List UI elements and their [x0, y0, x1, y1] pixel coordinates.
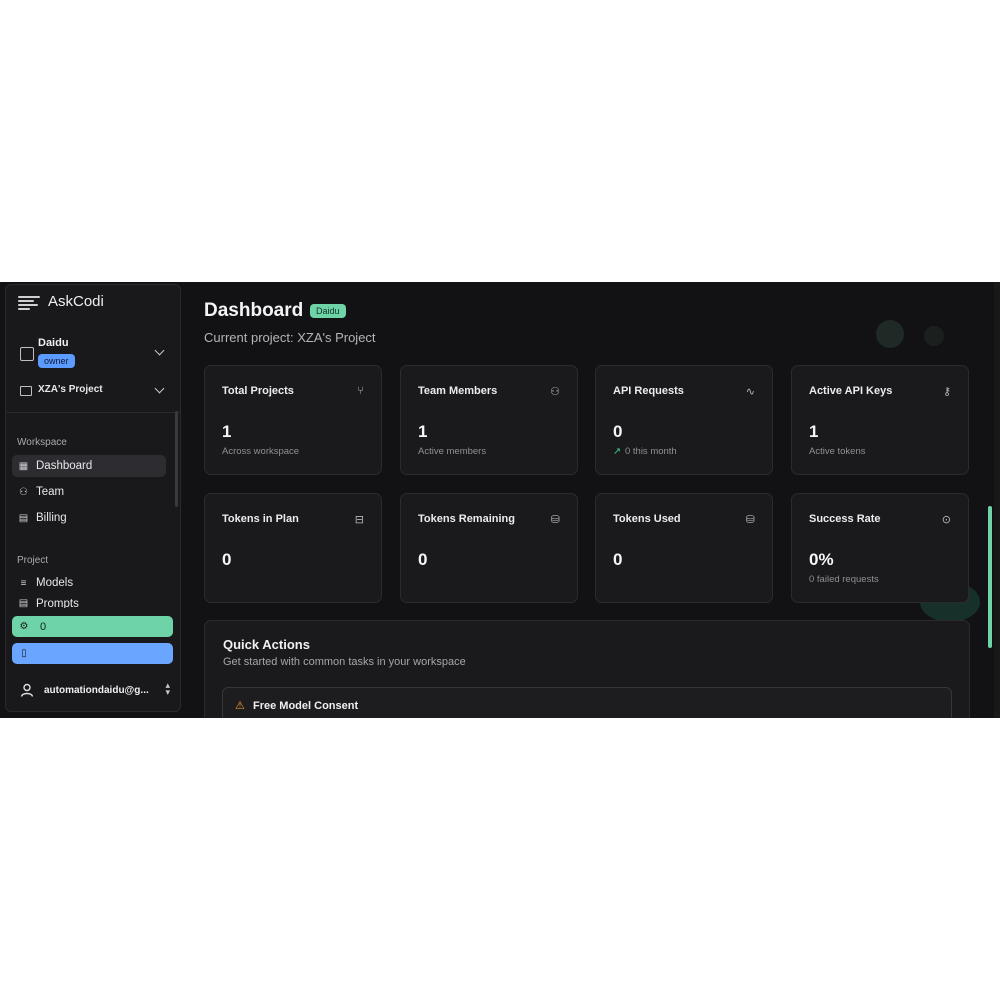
layout-grid-icon: ▦	[18, 460, 29, 472]
folder-icon	[20, 386, 32, 396]
stat-title: Tokens Remaining	[418, 513, 515, 525]
stat-value: 0	[418, 550, 428, 569]
stat-value: 1	[222, 422, 232, 441]
section-title-workspace: Workspace	[17, 437, 67, 448]
stat-subtext: 0 this month	[624, 446, 677, 457]
app-window: AskCodi Daidu owner XZA's Project Worksp…	[0, 282, 1000, 718]
divider	[6, 412, 180, 413]
page-title: Dashboard	[204, 300, 304, 321]
stat-title: Success Rate	[809, 513, 881, 525]
sidebar-item-label: Dashboard	[36, 460, 93, 472]
stat-card-total-projects: Total Projects ⑂ 1 Across workspace	[204, 365, 382, 475]
user-icon	[20, 683, 34, 697]
stat-title: Total Projects	[222, 385, 294, 397]
stat-card-team-members: Team Members ⚇ 1 Active members	[400, 365, 578, 475]
stat-card-tokens-in-plan: Tokens in Plan ⊟ 0	[204, 493, 382, 603]
brand[interactable]: AskCodi	[18, 293, 104, 310]
quick-actions-subtitle: Get started with common tasks in your wo…	[223, 656, 466, 668]
sidebar-item-dashboard[interactable]: ▦ Dashboard	[12, 455, 166, 477]
user-email: automationdaidu@g...	[44, 684, 149, 696]
users-icon: ⚇	[19, 486, 28, 498]
stat-value: 0	[613, 550, 623, 569]
database-icon: ⛁	[745, 514, 755, 526]
role-badge: owner	[38, 354, 75, 368]
sidebar: AskCodi Daidu owner XZA's Project Worksp…	[5, 284, 181, 712]
page-scrollbar[interactable]	[988, 506, 992, 648]
activity-icon: ∿	[745, 386, 755, 398]
stat-value: 1	[809, 422, 819, 441]
bot-icon: ⊟	[354, 514, 364, 526]
chevron-down-icon	[154, 383, 165, 394]
stat-value: 0	[222, 550, 232, 569]
stat-value: 0%	[809, 550, 834, 569]
brand-name: AskCodi	[48, 293, 104, 310]
sidebar-item-label: Prompts	[36, 598, 79, 608]
building-icon	[20, 347, 34, 361]
project-name: XZA's Project	[38, 384, 103, 395]
check-circle-icon: ⊙	[941, 514, 951, 526]
quick-actions-panel: Quick Actions Get started with common ta…	[204, 620, 970, 718]
decorative-glow	[876, 320, 904, 348]
file-icon: ▤	[18, 598, 29, 608]
sidebar-item-label: Billing	[36, 512, 67, 524]
stat-subtext-row: ↗ 0 this month	[613, 446, 677, 457]
list-icon: ≡	[20, 577, 27, 589]
decorative-glow	[924, 326, 944, 346]
database-icon: ⛁	[550, 514, 560, 526]
stat-title: Active API Keys	[809, 385, 893, 397]
receipt-icon: ▤	[18, 512, 29, 524]
toggle-sidebar-button[interactable]: ▯	[12, 643, 173, 664]
page-subtitle: Current project: XZA's Project	[204, 330, 376, 345]
stat-card-active-api-keys: Active API Keys ⚷ 1 Active tokens	[791, 365, 969, 475]
credits-value: 0	[40, 620, 47, 633]
stat-title: Tokens in Plan	[222, 513, 299, 525]
askcodi-logo-icon	[18, 295, 40, 310]
sidebar-item-prompts[interactable]: ▤ Prompts	[12, 598, 166, 608]
panel-left-icon: ▯	[21, 648, 27, 659]
warning-icon: ⚠	[235, 700, 245, 712]
workspace-selector[interactable]: Daidu owner	[18, 333, 168, 373]
user-menu[interactable]: automationdaidu@g... ▴ ▾	[20, 680, 170, 700]
coins-icon: ⚙	[19, 621, 29, 632]
project-selector[interactable]: XZA's Project	[18, 383, 168, 399]
stat-card-api-requests: API Requests ∿ 0 ↗ 0 this month	[595, 365, 773, 475]
chevron-down-icon	[154, 345, 165, 356]
page-scroll-track	[994, 282, 1000, 718]
trend-up-icon: ↗	[613, 446, 621, 457]
users-icon: ⚇	[550, 386, 560, 398]
sidebar-item-label: Models	[36, 577, 74, 589]
stat-subtext: Active members	[418, 446, 487, 457]
sidebar-scrollbar[interactable]	[175, 411, 178, 507]
stat-title: API Requests	[613, 385, 684, 397]
stat-value: 1	[418, 422, 428, 441]
stat-value: 0	[613, 422, 623, 441]
stat-card-success-rate: Success Rate ⊙ 0% 0 failed requests	[791, 493, 969, 603]
chevrons-up-down-icon: ▴ ▾	[165, 680, 170, 697]
key-icon: ⚷	[942, 386, 951, 398]
free-model-consent-item[interactable]: ⚠ Free Model Consent	[222, 687, 952, 718]
stat-subtext: 0 failed requests	[809, 574, 879, 585]
credits-button[interactable]: ⚙ 0	[12, 616, 173, 637]
stat-subtext: Active tokens	[809, 446, 866, 457]
consent-label: Free Model Consent	[253, 700, 359, 712]
workspace-name: Daidu	[38, 337, 69, 349]
sidebar-item-team[interactable]: ⚇ Team	[12, 481, 166, 503]
stat-title: Team Members	[418, 385, 498, 397]
workspace-badge: Daidu	[310, 304, 346, 318]
stat-title: Tokens Used	[613, 513, 681, 525]
quick-actions-title: Quick Actions	[223, 637, 310, 652]
stat-card-tokens-remaining: Tokens Remaining ⛁ 0	[400, 493, 578, 603]
section-title-project: Project	[17, 555, 49, 566]
git-branch-icon: ⑂	[357, 385, 364, 397]
sidebar-item-label: Team	[36, 486, 65, 498]
stat-card-tokens-used: Tokens Used ⛁ 0	[595, 493, 773, 603]
sidebar-item-models[interactable]: ≡ Models	[12, 572, 166, 594]
stat-subtext: Across workspace	[222, 446, 300, 457]
sidebar-item-billing[interactable]: ▤ Billing	[12, 507, 166, 529]
